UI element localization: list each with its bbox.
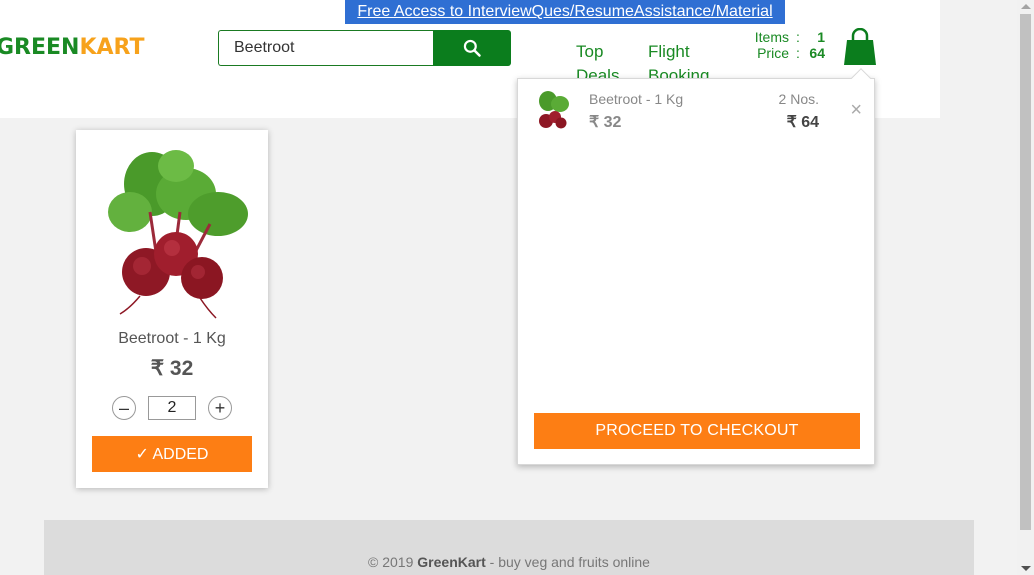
site-footer: © 2019 GreenKart - buy veg and fruits on…	[44, 520, 974, 575]
page-scrollbar[interactable]	[1017, 0, 1034, 575]
search-input[interactable]	[218, 30, 434, 66]
remove-item-icon[interactable]: ×	[850, 99, 862, 122]
search-icon	[463, 39, 481, 57]
footer-brand: GreenKart	[417, 554, 486, 570]
cart-item-amount: ₹ 64	[786, 114, 819, 131]
items-count: 1	[817, 29, 825, 45]
product-name: Beetroot - 1 Kg	[118, 330, 226, 347]
cart-preview: Beetroot - 1 Kg ₹ 32 2 Nos. ₹ 64 × PROCE…	[517, 68, 875, 465]
promo-link[interactable]: Free Access to InterviewQues/ResumeAssis…	[345, 0, 785, 24]
brand-logo: GREENKART	[0, 35, 145, 60]
cart-bag-icon[interactable]	[843, 27, 877, 66]
product-card: Beetroot - 1 Kg ₹ 32 – + ✓ ADDED	[76, 130, 268, 488]
proceed-to-checkout-button[interactable]: PROCEED TO CHECKOUT	[534, 413, 860, 449]
quantity-input[interactable]	[148, 396, 196, 420]
price-separator: :	[796, 45, 800, 61]
cart-summary: Items : 1 Price : 64	[740, 29, 825, 61]
added-button[interactable]: ✓ ADDED	[92, 436, 252, 472]
items-label: Items	[754, 29, 789, 45]
footer-tagline: - buy veg and fruits online	[485, 554, 650, 570]
cart-item-thumbnail	[539, 91, 569, 129]
cart-item-name: Beetroot - 1 Kg	[589, 91, 684, 107]
cart-item-quantity: 2 Nos.	[778, 91, 819, 107]
brand-part-orange: KART	[79, 35, 145, 60]
items-separator: :	[796, 29, 800, 45]
increment-button[interactable]: +	[208, 396, 232, 420]
brand-part-green: GREEN	[0, 35, 80, 60]
footer-copyright: © 2019	[368, 554, 418, 570]
scroll-down-icon[interactable]	[1021, 566, 1031, 571]
price-label: Price	[757, 45, 789, 61]
decrement-button[interactable]: –	[112, 396, 136, 420]
price-total: 64	[809, 45, 825, 61]
product-price: ₹ 32	[150, 357, 194, 380]
search-button[interactable]	[433, 30, 511, 66]
cart-item: Beetroot - 1 Kg ₹ 32 2 Nos. ₹ 64 ×	[518, 79, 874, 149]
scroll-up-icon[interactable]	[1021, 4, 1031, 9]
product-image-beetroot	[108, 150, 248, 319]
cart-item-price: ₹ 32	[589, 114, 622, 131]
scroll-thumb[interactable]	[1020, 14, 1031, 530]
